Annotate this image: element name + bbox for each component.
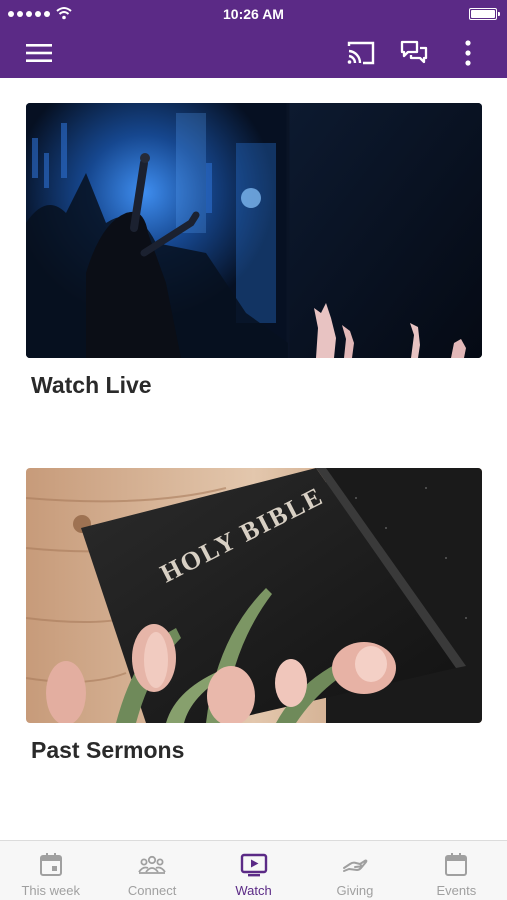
tab-this-week[interactable]: This week — [0, 841, 101, 900]
giving-hand-icon — [342, 859, 368, 872]
tab-label: This week — [21, 883, 80, 898]
past-sermons-image: HOLY BIBLE — [26, 468, 482, 723]
tab-label: Events — [436, 883, 477, 898]
watch-live-title: Watch Live — [31, 372, 152, 398]
tab-label: Connect — [127, 883, 177, 898]
tab-label: Giving — [336, 883, 374, 898]
battery-icon — [469, 8, 500, 20]
calendar-icon — [445, 853, 468, 876]
menu-icon[interactable] — [23, 37, 55, 69]
tab-connect[interactable]: Connect — [101, 841, 202, 900]
chat-icon[interactable] — [398, 37, 430, 69]
people-icon — [138, 855, 166, 874]
status-bar: 10:26 AM — [0, 0, 507, 28]
past-sermons-title: Past Sermons — [31, 737, 185, 763]
watch-live-image — [26, 103, 482, 358]
past-sermons-card[interactable]: HOLY BIBLE Past Sermons — [26, 468, 482, 764]
tab-events[interactable]: Events — [406, 841, 507, 900]
app-header — [0, 28, 507, 78]
bottom-tab-bar: This week Connect Watch Giving Events — [0, 840, 507, 900]
tab-giving[interactable]: Giving — [304, 841, 405, 900]
tab-watch[interactable]: Watch — [203, 841, 304, 900]
play-screen-icon — [240, 853, 267, 877]
watch-live-card[interactable]: Watch Live — [26, 103, 482, 399]
calendar-day-icon — [39, 853, 62, 876]
tab-label: Watch — [235, 883, 272, 898]
cast-icon[interactable] — [345, 37, 377, 69]
more-icon[interactable] — [452, 37, 484, 69]
status-time: 10:26 AM — [223, 6, 284, 22]
